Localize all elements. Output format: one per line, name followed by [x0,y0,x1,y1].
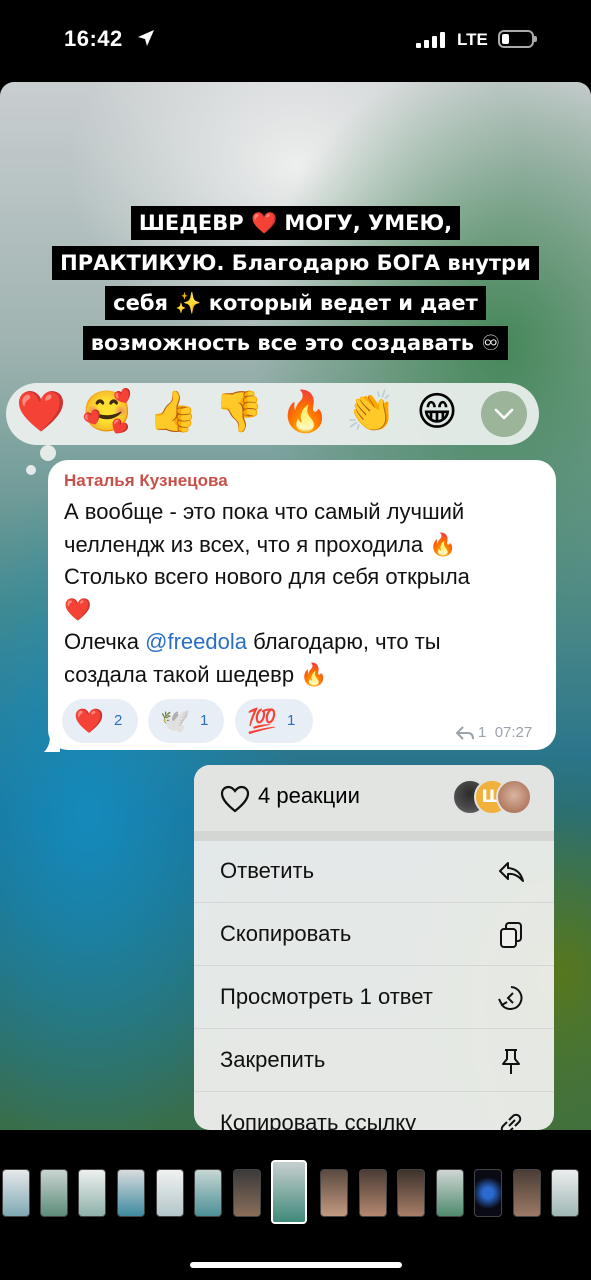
reply-count[interactable]: 1 [478,724,486,741]
mention-link[interactable]: @freedola [145,629,247,654]
message-time: 07:27 [494,724,533,741]
story-thumbnail[interactable] [233,1169,261,1217]
menu-item-view-replies[interactable]: Просмотреть 1 ответ [194,967,554,1029]
message-line: создала такой шедевр 🔥 [64,661,328,687]
story-thumbnail[interactable] [194,1169,222,1217]
menu-item-reply[interactable]: Ответить [194,841,554,903]
expand-reactions-button[interactable] [481,391,527,437]
menu-item-label: Ответить [220,858,315,883]
caption-line: возможность все это создавать ♾ [82,326,509,360]
story-thumbnail[interactable] [397,1169,425,1217]
battery-icon [498,30,537,48]
reply-icon [499,862,524,882]
network-type: LTE [457,30,488,49]
caption-line: ПРАКТИКУЮ. Благодарю БОГА внутри [52,246,539,280]
menu-item-label: Скопировать [220,921,352,946]
story-thumbnail[interactable] [40,1169,68,1217]
menu-item-label: Просмотреть 1 ответ [220,984,433,1009]
view-replies-icon [498,986,523,1010]
story-thumbnail[interactable] [117,1169,145,1217]
story-thumbnail[interactable] [78,1169,106,1217]
menu-item-label: Копировать ссылку [220,1110,417,1130]
reaction-chip-dove[interactable]: 🕊️ 1 [148,699,224,743]
message-text: А вообще - это пока что самый лучший чел… [64,496,544,691]
copy-icon [500,922,522,948]
hundred-points-emoji: 💯 [247,707,277,735]
story-thumbnail[interactable] [359,1169,387,1217]
message-line: А вообще - это пока что самый лучший [64,499,465,524]
story-thumbnail[interactable] [513,1169,541,1217]
caption-line: ШЕДЕВР ❤️ МОГУ, УМЕЮ, [130,206,461,240]
reaction-count: 1 [200,712,209,729]
story-caption: ШЕДЕВР ❤️ МОГУ, УМЕЮ, ПРАКТИКУЮ. Благода… [0,204,591,364]
location-arrow-icon [138,30,154,46]
reaction-chip-heart[interactable]: ❤️ 2 [62,699,138,743]
story-thumbnail[interactable] [320,1169,348,1217]
story-thumbnail[interactable] [436,1169,464,1217]
reaction-count: 1 [287,712,296,729]
home-indicator[interactable] [190,1262,402,1268]
story-thumbnail-strip [0,1160,591,1224]
story-thumbnail[interactable] [551,1169,579,1217]
sender-name[interactable]: Наталья Кузнецова [64,471,228,491]
menu-item-pin[interactable]: Закрепить [194,1030,554,1092]
status-bar: 16:42 LTE [0,0,591,82]
reaction-bar-bubble-dot [26,465,36,475]
avatar [496,779,532,815]
menu-item-copy[interactable]: Скопировать [194,904,554,966]
reaction-clap[interactable]: 👏 [345,386,397,438]
chevron-down-icon [494,408,514,420]
reply-arrow-icon [455,726,474,740]
menu-item-copy-link[interactable]: Копировать ссылку [194,1093,554,1130]
context-menu: 4 реакции Ш Ответить Скопировать Просмот… [194,765,554,1130]
link-icon [500,1113,522,1130]
message-bubble-tail [44,720,60,752]
cellular-signal-icon [416,32,445,48]
message-meta: 1 07:27 [455,724,533,741]
clock: 16:42 [64,26,123,51]
reactions-summary[interactable]: 4 реакции Ш [194,765,554,831]
caption-line: себя ✨ который ведет и дает [105,286,486,320]
story-thumbnail[interactable] [156,1169,184,1217]
reactions-count-label: 4 реакции [258,783,360,808]
reaction-fire[interactable]: 🔥 [279,386,331,438]
message-line: челлендж из всех, что я проходила 🔥 [64,531,457,557]
message-line: Олечка @freedola благодарю, что ты [64,629,441,654]
message-line: Столько всего нового для себя открыла [64,564,470,589]
reaction-heart[interactable]: ❤️ [15,386,67,438]
story-thumbnail-current[interactable] [271,1160,307,1224]
message-line: ❤️ [64,596,92,622]
story-thumbnail[interactable] [2,1169,30,1217]
menu-divider [194,831,554,841]
pin-icon [502,1049,520,1074]
reaction-count: 2 [114,712,123,729]
reaction-chip-hundred[interactable]: 💯 1 [235,699,313,743]
reaction-thumbs-down[interactable]: 👎 [213,386,265,438]
reaction-thumbs-up[interactable]: 👍 [147,386,199,438]
menu-item-label: Закрепить [220,1047,326,1072]
heart-emoji: ❤️ [74,707,104,735]
reaction-smiling-hearts[interactable]: 🥰 [81,386,133,438]
reaction-bar-bubble-dot [40,445,56,461]
dove-emoji: 🕊️ [160,707,190,735]
story-thumbnail[interactable] [474,1169,502,1217]
reaction-grin[interactable]: 😁 [411,386,463,438]
heart-outline-icon [220,785,250,813]
